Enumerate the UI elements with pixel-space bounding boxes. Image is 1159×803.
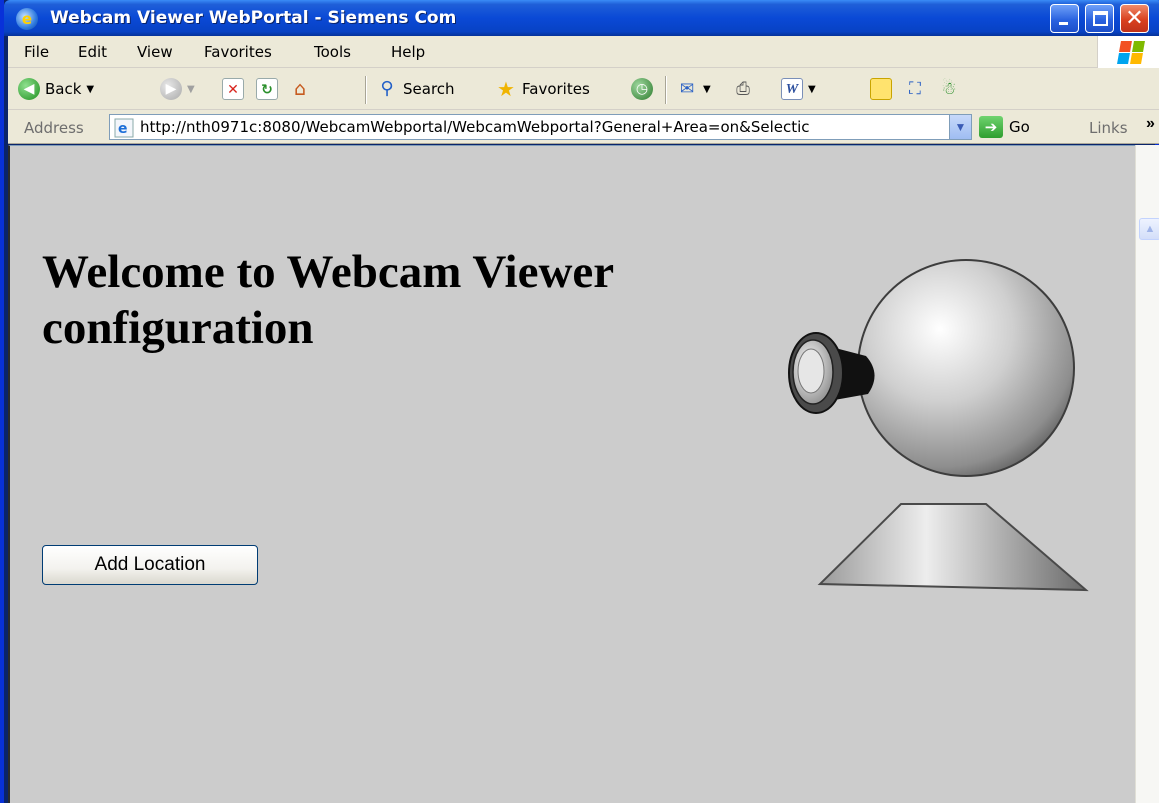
menu-favorites[interactable]: Favorites — [204, 43, 272, 61]
page-icon: e — [114, 118, 134, 138]
mail-dropdown-icon[interactable]: ▼ — [703, 84, 711, 95]
title-bar[interactable]: e Webcam Viewer WebPortal - Siemens Com … — [4, 0, 1159, 36]
edit-dropdown-icon[interactable]: ▼ — [808, 84, 816, 95]
edit-button[interactable]: W ▼ — [781, 74, 816, 104]
links-chevron-icon[interactable]: » — [1146, 115, 1155, 133]
address-label: Address — [24, 119, 84, 137]
discuss-icon — [870, 78, 892, 100]
address-dropdown-icon[interactable]: ▼ — [949, 115, 971, 139]
mail-icon: ✉ — [679, 79, 695, 99]
minimize-icon — [1059, 22, 1068, 25]
address-input[interactable]: e http://nth0971c:8080/WebcamWebportal/W… — [109, 114, 972, 140]
ie-app-icon: e — [16, 8, 38, 30]
menu-help[interactable]: Help — [391, 43, 425, 61]
word-edit-icon: W — [781, 78, 803, 100]
go-button[interactable]: ➔ Go — [979, 116, 1030, 138]
search-button[interactable]: ⚲ Search — [376, 74, 455, 104]
refresh-icon: ↻ — [256, 78, 278, 100]
windows-logo-icon — [1097, 36, 1159, 68]
minimize-button[interactable] — [1050, 4, 1079, 33]
home-icon: ⌂ — [293, 78, 307, 100]
vertical-scrollbar[interactable]: ▲ — [1135, 145, 1159, 803]
toolbar-separator — [665, 76, 667, 104]
mail-button[interactable]: ✉ ▼ — [676, 74, 711, 104]
print-button[interactable]: ⎙ — [732, 74, 754, 104]
discuss-button[interactable] — [870, 74, 892, 104]
toolbar: ◀ Back ▼ ▶ ▼ ✕ ↻ ⌂ ⚲ Search ★ Favorites … — [8, 68, 1159, 110]
maximize-icon — [1093, 11, 1108, 26]
address-bar: Address e http://nth0971c:8080/WebcamWeb… — [8, 110, 1159, 144]
close-button[interactable]: ✕ — [1120, 4, 1149, 33]
add-location-button[interactable]: Add Location — [42, 545, 258, 585]
window-title: Webcam Viewer WebPortal - Siemens Com — [50, 8, 457, 28]
go-arrow-icon: ➔ — [979, 116, 1003, 138]
history-icon: ◷ — [631, 78, 653, 100]
print-icon: ⎙ — [736, 79, 750, 99]
messenger-icon: ☃ — [941, 79, 957, 99]
favorites-star-icon: ★ — [497, 77, 515, 101]
scroll-up-arrow-icon[interactable]: ▲ — [1139, 218, 1159, 240]
back-button[interactable]: ◀ Back ▼ — [18, 74, 94, 104]
messenger-button[interactable]: ☃ — [938, 74, 960, 104]
browser-window: e Webcam Viewer WebPortal - Siemens Com … — [0, 0, 1159, 803]
webcam-image — [788, 259, 1089, 592]
back-dropdown-icon[interactable]: ▼ — [86, 84, 94, 95]
close-icon: ✕ — [1125, 6, 1144, 31]
menu-edit[interactable]: Edit — [78, 43, 107, 61]
forward-dropdown-icon[interactable]: ▼ — [187, 84, 195, 95]
research-icon: ⛶ — [909, 79, 921, 99]
address-url-text[interactable]: http://nth0971c:8080/WebcamWebportal/Web… — [140, 118, 940, 136]
maximize-button[interactable] — [1085, 4, 1114, 33]
research-button[interactable]: ⛶ — [904, 74, 926, 104]
menu-tools[interactable]: Tools — [314, 43, 351, 61]
search-label: Search — [403, 80, 455, 98]
back-arrow-icon: ◀ — [18, 78, 40, 100]
links-label[interactable]: Links — [1089, 119, 1128, 137]
menu-file[interactable]: File — [24, 43, 49, 61]
stop-icon: ✕ — [222, 78, 244, 100]
page-content: Welcome to Webcam Viewer configuration A… — [8, 145, 1135, 803]
page-heading: Welcome to Webcam Viewer configuration — [42, 246, 614, 354]
history-button[interactable]: ◷ — [631, 74, 653, 104]
menu-bar: File Edit View Favorites Tools Help — [8, 36, 1159, 68]
favorites-button[interactable]: ★ Favorites — [495, 74, 590, 104]
refresh-button[interactable]: ↻ — [256, 74, 278, 104]
search-icon: ⚲ — [380, 78, 394, 99]
forward-arrow-icon: ▶ — [160, 78, 182, 100]
back-label: Back — [45, 80, 82, 98]
svg-text:e: e — [118, 121, 128, 137]
forward-button[interactable]: ▶ ▼ — [160, 74, 195, 104]
home-button[interactable]: ⌂ — [289, 74, 311, 104]
favorites-label: Favorites — [522, 80, 590, 98]
stop-button[interactable]: ✕ — [222, 74, 244, 104]
toolbar-separator — [365, 76, 367, 104]
go-label: Go — [1009, 118, 1030, 136]
menu-view[interactable]: View — [137, 43, 173, 61]
